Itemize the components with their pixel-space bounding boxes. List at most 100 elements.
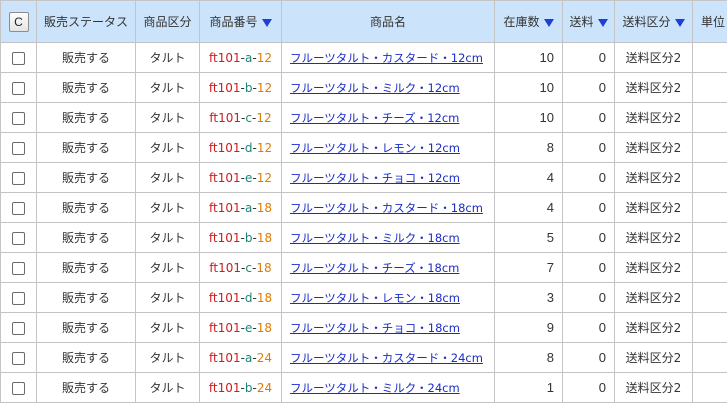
category-cell: タルト xyxy=(135,282,200,313)
category-cell: タルト xyxy=(135,372,200,403)
table-row: 販売する タルト ft101-c-18 フルーツタルト・チーズ・18cm 7 0 送料区分2 xyxy=(0,252,727,283)
product-code-cell: ft101-c-12 xyxy=(199,102,282,133)
sales-status-cell: 販売する xyxy=(36,102,136,133)
product-code-cell: ft101-d-12 xyxy=(199,132,282,163)
stock-cell: 7 xyxy=(494,252,563,283)
shipping-class-cell: 送料区分2 xyxy=(614,282,693,313)
unit-cell xyxy=(692,252,727,283)
header-stock-label: 在庫数 xyxy=(503,15,540,29)
row-checkbox[interactable] xyxy=(12,261,25,275)
sort-down-icon[interactable] xyxy=(543,18,554,27)
code-prefix: ft101 xyxy=(209,170,241,185)
shipping-cell: 0 xyxy=(562,222,615,253)
row-checkbox[interactable] xyxy=(12,171,25,185)
product-name-link[interactable]: フルーツタルト・チョコ・18cm xyxy=(290,321,460,335)
header-shipping[interactable]: 送料 xyxy=(562,0,615,43)
row-checkbox[interactable] xyxy=(12,321,25,335)
code-size: 18 xyxy=(256,320,272,335)
product-name-link[interactable]: フルーツタルト・ミルク・18cm xyxy=(290,231,460,245)
shipping-cell: 0 xyxy=(562,252,615,283)
shipping-class-cell: 送料区分2 xyxy=(614,312,693,343)
product-name-link[interactable]: フルーツタルト・カスタード・12cm xyxy=(290,51,483,65)
sort-down-icon[interactable] xyxy=(674,18,685,27)
stock-cell: 4 xyxy=(494,192,563,223)
sales-status-cell: 販売する xyxy=(36,342,136,373)
product-name-link[interactable]: フルーツタルト・チーズ・18cm xyxy=(290,261,459,275)
row-checkbox[interactable] xyxy=(12,111,25,125)
shipping-class-cell: 送料区分2 xyxy=(614,162,693,193)
product-name-link[interactable]: フルーツタルト・チーズ・12cm xyxy=(290,111,459,125)
product-name-link[interactable]: フルーツタルト・レモン・18cm xyxy=(290,291,460,305)
code-prefix: ft101 xyxy=(208,140,241,155)
row-check-cell xyxy=(0,252,37,283)
code-variant: c xyxy=(245,110,252,125)
code-prefix: ft101 xyxy=(208,230,241,245)
header-shipping-class[interactable]: 送料区分 xyxy=(614,0,693,43)
header-stock[interactable]: 在庫数 xyxy=(494,0,563,43)
check-toggle-button[interactable]: C xyxy=(8,11,29,32)
code-size: 12 xyxy=(256,170,272,185)
shipping-cell: 0 xyxy=(562,192,615,223)
row-check-cell xyxy=(0,192,37,223)
header-product-code[interactable]: 商品番号 xyxy=(199,0,282,43)
header-shipping-class-label: 送料区分 xyxy=(622,15,671,29)
unit-cell xyxy=(692,342,727,373)
code-variant: c xyxy=(245,260,252,275)
product-code-cell: ft101-a-24 xyxy=(199,342,282,373)
row-checkbox[interactable] xyxy=(12,51,25,65)
sales-status-cell: 販売する xyxy=(36,282,136,313)
shipping-cell: 0 xyxy=(562,102,615,133)
sort-down-icon[interactable] xyxy=(261,18,272,27)
shipping-cell: 0 xyxy=(562,372,615,403)
row-check-cell xyxy=(0,42,37,73)
product-name-link[interactable]: フルーツタルト・カスタード・24cm xyxy=(290,351,483,365)
sort-down-icon[interactable] xyxy=(597,18,608,27)
product-code-cell: ft101-e-18 xyxy=(199,312,282,343)
shipping-cell: 0 xyxy=(562,72,615,103)
shipping-class-cell: 送料区分2 xyxy=(614,342,693,373)
table-row: 販売する タルト ft101-b-18 フルーツタルト・ミルク・18cm 5 0 送料区分2 xyxy=(0,222,727,253)
sales-status-cell: 販売する xyxy=(36,222,136,253)
stock-cell: 9 xyxy=(494,312,563,343)
row-checkbox[interactable] xyxy=(12,231,25,245)
stock-cell: 3 xyxy=(494,282,563,313)
category-cell: タルト xyxy=(135,192,200,223)
sales-status-cell: 販売する xyxy=(36,42,136,73)
row-checkbox[interactable] xyxy=(12,201,25,215)
code-prefix: ft101 xyxy=(209,200,241,215)
stock-cell: 1 xyxy=(494,372,563,403)
row-check-cell xyxy=(0,222,37,253)
category-cell: タルト xyxy=(135,342,200,373)
row-check-cell xyxy=(0,342,37,373)
stock-cell: 10 xyxy=(494,102,563,133)
table-row: 販売する タルト ft101-b-12 フルーツタルト・ミルク・12cm 10 0 送料区分… xyxy=(0,72,727,103)
header-unit: 単位 xyxy=(692,0,727,43)
code-prefix: ft101 xyxy=(209,50,241,65)
sales-status-cell: 販売する xyxy=(36,162,136,193)
product-name-link[interactable]: フルーツタルト・レモン・12cm xyxy=(290,141,460,155)
row-check-cell xyxy=(0,72,37,103)
sales-status-cell: 販売する xyxy=(36,252,136,283)
table-row: 販売する タルト ft101-a-18 フルーツタルト・カスタード・18cm 4 0 送料区… xyxy=(0,192,727,223)
row-checkbox[interactable] xyxy=(12,141,25,155)
product-name-link[interactable]: フルーツタルト・カスタード・18cm xyxy=(290,201,483,215)
code-size: 18 xyxy=(256,290,273,305)
shipping-class-cell: 送料区分2 xyxy=(614,372,693,403)
product-name-link[interactable]: フルーツタルト・ミルク・12cm xyxy=(290,81,460,95)
row-checkbox[interactable] xyxy=(12,291,25,305)
product-name-cell: フルーツタルト・チョコ・12cm xyxy=(281,162,495,193)
table-row: 販売する タルト ft101-b-24 フルーツタルト・ミルク・24cm 1 0 送料区分2 xyxy=(0,372,727,403)
row-checkbox[interactable] xyxy=(12,381,25,395)
code-prefix: ft101 xyxy=(209,260,242,275)
product-name-link[interactable]: フルーツタルト・ミルク・24cm xyxy=(290,381,460,395)
row-checkbox[interactable] xyxy=(12,351,25,365)
product-name-link[interactable]: フルーツタルト・チョコ・12cm xyxy=(290,171,460,185)
code-size: 18 xyxy=(256,200,272,215)
row-checkbox[interactable] xyxy=(12,81,25,95)
shipping-cell: 0 xyxy=(562,162,615,193)
table-row: 販売する タルト ft101-a-12 フルーツタルト・カスタード・12cm 10 0 送料… xyxy=(0,42,727,73)
code-size: 24 xyxy=(256,350,272,365)
header-check-cell: C xyxy=(0,0,37,43)
shipping-class-cell: 送料区分2 xyxy=(614,222,693,253)
product-name-cell: フルーツタルト・カスタード・24cm xyxy=(281,342,495,373)
